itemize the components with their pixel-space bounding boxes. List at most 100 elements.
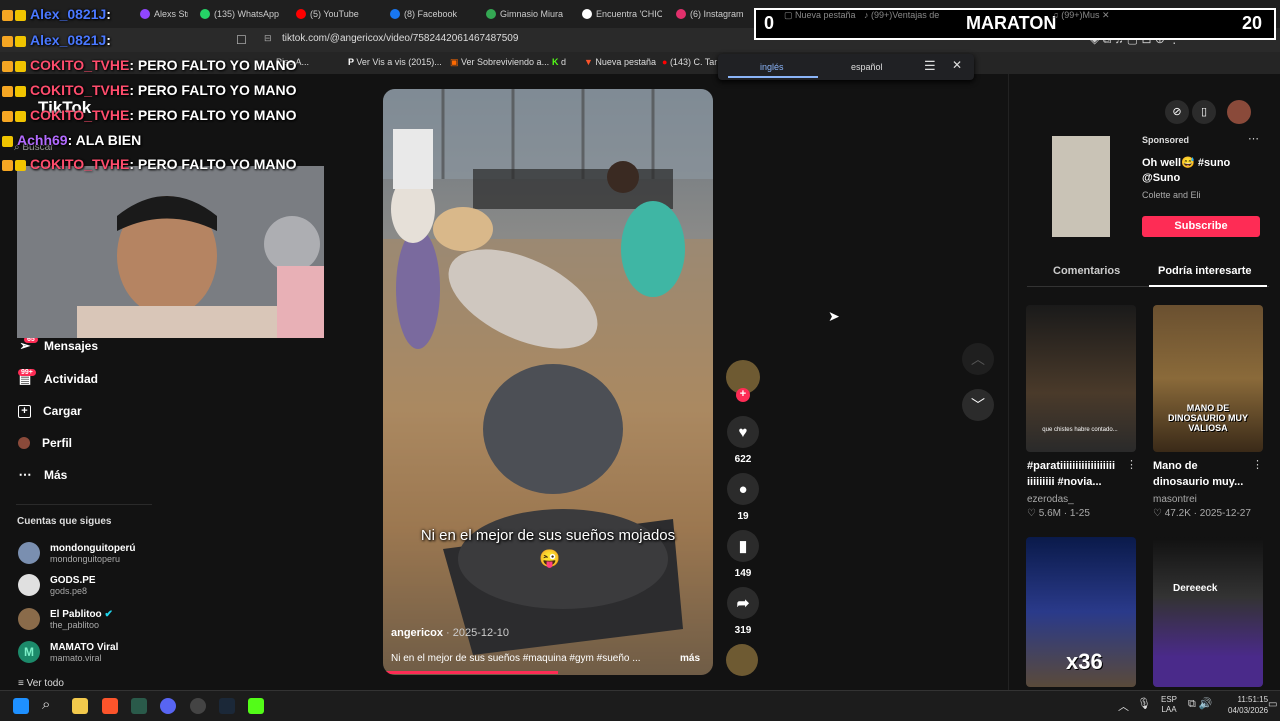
clock[interactable]: 11:51:15 04/03/2026 bbox=[1228, 694, 1268, 716]
bookmark-4[interactable]: ▼ Nueva pestaña bbox=[584, 57, 656, 67]
thumb-caption: que chistes habre contado... bbox=[1042, 427, 1118, 433]
vip-badge-icon bbox=[15, 159, 26, 171]
video-player[interactable]: Ni en el mejor de sus sueños mojados 😜 a… bbox=[383, 89, 713, 675]
file-explorer-icon[interactable] bbox=[72, 698, 88, 714]
following-item-3[interactable]: M MAMATO Viral mamato.viral bbox=[18, 641, 118, 663]
nav-item-upload[interactable]: + Cargar bbox=[18, 404, 82, 418]
app-icon[interactable] bbox=[131, 698, 147, 714]
recommended-thumb-1[interactable]: MANO DE DINOSAURIO MUY VALIOSA bbox=[1153, 305, 1263, 452]
chat-message-1: Alex_0821J: bbox=[2, 32, 111, 48]
more-options-icon[interactable]: ⋯ bbox=[1248, 132, 1259, 145]
brave-browser-icon[interactable] bbox=[102, 698, 118, 714]
following-item-1[interactable]: GODS.PE gods.pe8 bbox=[18, 574, 96, 596]
microphone-icon[interactable]: 🎙 bbox=[1137, 697, 1151, 710]
video-description: Ni en el mejor de sus sueños #maquina #g… bbox=[391, 653, 641, 664]
tab-9-audio[interactable]: ♫ (99+)Mus ✕ bbox=[1052, 10, 1110, 21]
tab-recommended[interactable]: Podría interesarte bbox=[1158, 265, 1252, 277]
sidebar-divider bbox=[16, 504, 152, 505]
vip-badge-icon bbox=[2, 135, 13, 147]
translate-popup: inglés español ☰ ✕ bbox=[718, 54, 974, 80]
sponsored-thumbnail[interactable] bbox=[1052, 136, 1110, 237]
close-icon[interactable]: ✕ bbox=[952, 58, 962, 72]
tab-6[interactable]: (6) Instagram bbox=[676, 4, 746, 24]
video-date: 2025-12-10 bbox=[452, 627, 510, 639]
tab-7[interactable]: ▢ Nueva pestaña bbox=[784, 10, 856, 21]
vip-badge-icon bbox=[15, 60, 26, 72]
tongue-emoji-icon: 😜 bbox=[539, 549, 561, 568]
previous-video-button[interactable]: ︿ bbox=[962, 343, 994, 375]
thumb-caption: x36 bbox=[1066, 649, 1103, 674]
see-all-link[interactable]: ≡ Ver todo bbox=[18, 678, 64, 689]
webcam-frame bbox=[17, 166, 324, 346]
sub-badge-icon bbox=[2, 110, 13, 122]
translate-lang-english[interactable]: inglés bbox=[760, 62, 784, 72]
sub-badge-icon bbox=[2, 85, 13, 97]
video-author[interactable]: angericox bbox=[391, 627, 443, 639]
translate-lang-spanish[interactable]: español bbox=[851, 62, 883, 72]
menu-icon[interactable]: ☰ bbox=[924, 58, 936, 74]
recommended-thumb-2[interactable]: x36 bbox=[1026, 537, 1136, 687]
search-icon[interactable]: ⌕ bbox=[42, 696, 50, 713]
chat-message-2: COKITO_TVHE: PERO FALTO YO MANO bbox=[2, 57, 297, 73]
network-volume-icons[interactable]: ⧉ 🔊 bbox=[1188, 697, 1213, 711]
recommended-thumb-3[interactable]: Dereeeck bbox=[1153, 537, 1263, 687]
compass-icon[interactable]: ⊘ bbox=[1165, 100, 1189, 124]
bookmark-1[interactable]: P Ver Vis a vis (2015)... bbox=[348, 57, 442, 67]
recommended-author-1: masontrei bbox=[1153, 494, 1197, 505]
comment-button[interactable]: ● 19 bbox=[726, 473, 760, 522]
recommended-title-1[interactable]: Mano de dinosaurio muy... bbox=[1153, 458, 1253, 490]
chat-overlay: Alex_0821J: Alex_0821J: COKITO_TVHE: PER… bbox=[0, 0, 330, 175]
thumb-caption: MANO DE DINOSAURIO MUY VALIOSA bbox=[1167, 403, 1248, 433]
phone-icon[interactable]: ▯ bbox=[1192, 100, 1216, 124]
more-link[interactable]: más bbox=[680, 653, 700, 664]
subscribe-button[interactable]: Subscribe bbox=[1142, 216, 1260, 237]
next-video-button[interactable]: ﹀ bbox=[962, 389, 994, 421]
vip-badge-icon bbox=[15, 85, 26, 97]
user-avatar[interactable] bbox=[1227, 100, 1251, 124]
more-options-icon[interactable]: ⋮ bbox=[1252, 458, 1263, 471]
recommended-meta-1: ♡ 47.2K · 2025-12-27 bbox=[1153, 508, 1251, 519]
following-item-2[interactable]: El Pablitoo ✔ the_pablitoo bbox=[18, 608, 113, 630]
share-button[interactable]: ➦ 319 bbox=[726, 587, 760, 636]
nav-item-profile[interactable]: Perfil bbox=[18, 436, 72, 450]
comment-icon: ● bbox=[727, 473, 759, 505]
like-button[interactable]: ♥ 622 bbox=[726, 416, 760, 465]
save-count: 149 bbox=[734, 568, 752, 579]
tab-3[interactable]: (8) Facebook bbox=[390, 4, 474, 24]
sub-badge-icon bbox=[2, 60, 13, 72]
upload-icon: + bbox=[18, 404, 31, 418]
recommended-title-0[interactable]: #paratiiiiiiiiiiiiiiiiii iiiiiiiii #novi… bbox=[1027, 458, 1127, 490]
creator-avatar-button[interactable]: + bbox=[726, 360, 760, 402]
webcam-overlay bbox=[17, 166, 324, 346]
avatar bbox=[18, 608, 40, 630]
nav-item-more[interactable]: ⋯ Más bbox=[18, 468, 68, 483]
video-progress-bar[interactable] bbox=[383, 671, 558, 674]
obs-icon[interactable] bbox=[190, 698, 206, 714]
tab-5[interactable]: Encuentra 'CHICA' bbox=[582, 4, 662, 24]
tab-8[interactable]: ♪ (99+)Ventajas de bbox=[864, 10, 939, 20]
tray-chevron-icon[interactable]: ︿ bbox=[1118, 698, 1129, 714]
following-item-0[interactable]: mondonguitoperú mondonguitoperu bbox=[18, 542, 136, 564]
kick-icon[interactable] bbox=[248, 698, 264, 714]
bookmark-2[interactable]: ▣ Ver Sobreviviendo a... bbox=[450, 57, 549, 68]
follow-plus-icon[interactable]: + bbox=[736, 388, 750, 402]
tab-4[interactable]: Gimnasio Miura bbox=[486, 4, 570, 24]
save-button[interactable]: ▮ 149 bbox=[726, 530, 760, 579]
bookmark-3[interactable]: K d bbox=[552, 57, 566, 67]
tab-comments[interactable]: Comentarios bbox=[1053, 265, 1120, 277]
steam-icon[interactable] bbox=[219, 698, 235, 714]
bookmark-icon: ▮ bbox=[727, 530, 759, 562]
chat-message-5: Achh69: ALA BIEN bbox=[2, 132, 141, 148]
profile-icon bbox=[18, 437, 30, 449]
discord-icon[interactable] bbox=[160, 698, 176, 714]
vip-badge-icon bbox=[15, 35, 26, 47]
notifications-icon[interactable]: ▭ bbox=[1268, 699, 1277, 710]
music-disc-icon[interactable] bbox=[726, 644, 758, 676]
more-options-icon[interactable]: ⋮ bbox=[1126, 458, 1137, 471]
language-indicator[interactable]: ESP LAA bbox=[1161, 695, 1177, 715]
vip-badge-icon bbox=[15, 110, 26, 122]
bookmark-5[interactable]: ● (143) C. Tar bbox=[662, 57, 717, 67]
recommended-thumb-0[interactable]: que chistes habre contado... bbox=[1026, 305, 1136, 452]
heart-outline-icon: ♡ bbox=[1153, 508, 1165, 519]
windows-start-icon[interactable] bbox=[13, 698, 29, 714]
